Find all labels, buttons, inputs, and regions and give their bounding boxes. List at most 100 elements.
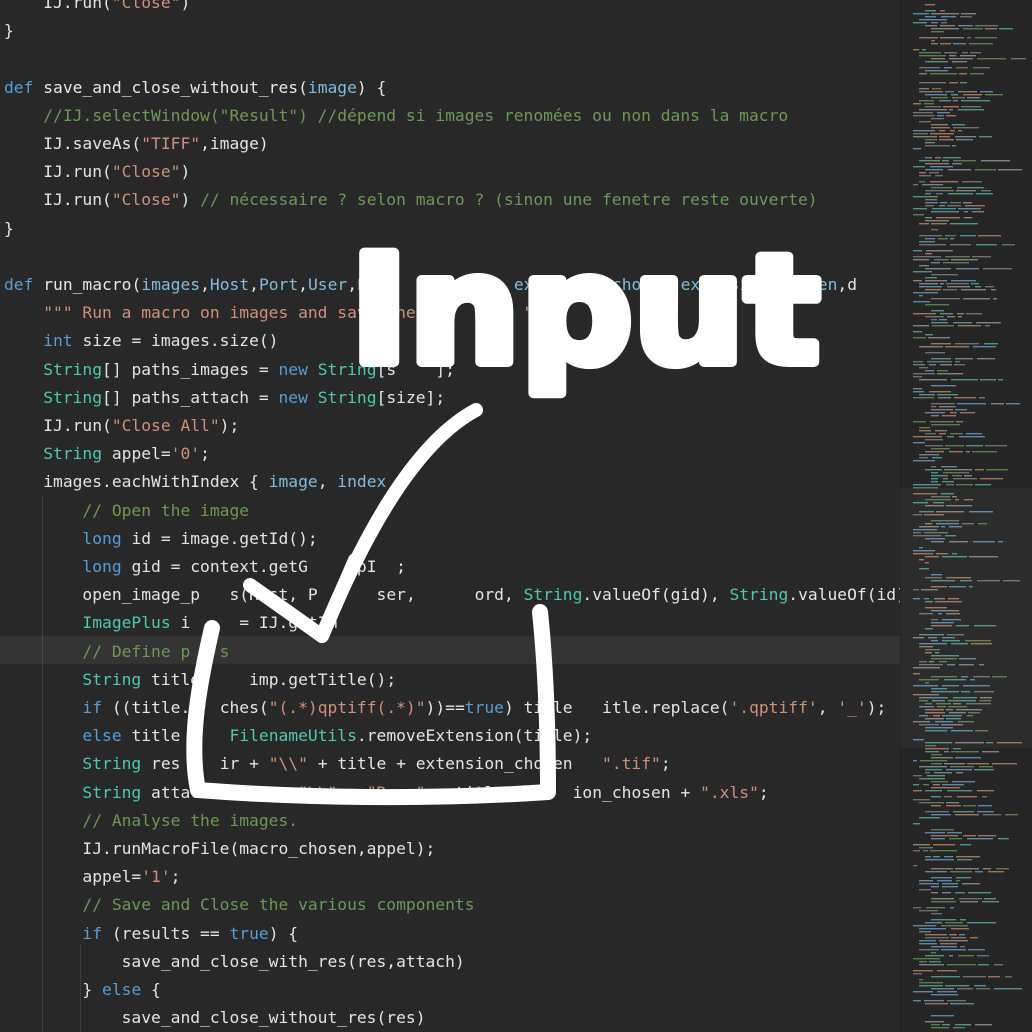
minimap-line [930, 181, 958, 183]
minimap-line [953, 127, 979, 129]
code-line[interactable]: // Save and Close the various components [4, 891, 474, 919]
code-line[interactable]: else title FilenameUtils.removeExtension… [4, 722, 592, 750]
code-line[interactable]: // Open the image [4, 497, 249, 525]
minimap-line [913, 103, 921, 105]
code-line[interactable]: long gid = context.getG pI ; [4, 553, 406, 581]
code-token: ); [219, 416, 240, 435]
minimap-line [929, 391, 951, 393]
minimap-line [927, 361, 952, 363]
minimap-line [931, 1024, 940, 1026]
minimap-line [946, 805, 961, 807]
code-line[interactable]: String appel='0'; [4, 440, 210, 468]
code-token: .valueOf(gid), [582, 585, 730, 605]
code-line[interactable]: IJ.run("Close") [4, 0, 190, 17]
code-line[interactable]: IJ.runMacroFile(macro_chosen,appel); [4, 835, 435, 863]
minimap-line [931, 892, 938, 894]
minimap-line [913, 970, 933, 972]
minimap-line [931, 796, 941, 798]
minimap-line [966, 445, 983, 447]
code-line[interactable]: IJ.run("Close All"); [4, 412, 239, 440]
code-token: , [298, 275, 308, 294]
minimap-line [931, 319, 937, 321]
code-line[interactable]: String attach ir + "\\" + "Res_" + title… [4, 779, 768, 807]
code-line[interactable]: ImagePlus i = IJ.getIm [4, 609, 337, 637]
minimap-line [947, 964, 976, 966]
minimap-line [931, 40, 935, 42]
minimap-scroll-slider[interactable] [900, 488, 1032, 748]
code-line[interactable]: long id = image.getId(); [4, 525, 317, 553]
code-line[interactable]: //IJ.selectWindow("Result") //dépend si … [4, 102, 788, 130]
minimap-line [950, 907, 954, 909]
minimap-line [919, 235, 942, 237]
code-line[interactable]: def run_macro(images,Host,Port,User,Pas … [4, 271, 900, 299]
minimap-line [983, 868, 991, 870]
code-line[interactable]: String[] paths_images = new String[s ]; [4, 356, 455, 384]
code-line[interactable]: IJ.run("Close") // nécessaire ? selon ma… [4, 186, 817, 214]
code-token: String [43, 359, 103, 379]
minimap-line [947, 436, 954, 438]
code-line[interactable]: String res ir + "\\" + title + extension… [4, 750, 670, 778]
code-token: Port [258, 275, 299, 294]
minimap-line [942, 784, 964, 786]
code-token: , [200, 275, 210, 294]
code-line[interactable]: images.eachWithIndex { image, index - [4, 468, 406, 496]
code-line[interactable]: save_and_close_without_res(res) [4, 1004, 426, 1032]
code-line[interactable]: // Define p s [4, 638, 229, 666]
minimap-line [913, 958, 940, 960]
minimap-line [936, 217, 960, 219]
code-line[interactable]: IJ.run("Close") [4, 158, 190, 186]
minimap-line [950, 223, 978, 225]
code-line[interactable]: } [4, 215, 14, 243]
code-line[interactable]: appel='1'; [4, 863, 180, 891]
code-line[interactable]: String title imp.getTitle(); [4, 666, 396, 694]
code-token: def [4, 77, 44, 97]
code-line[interactable]: save_and_close_with_res(res,attach) [4, 948, 465, 976]
minimap-line [929, 364, 936, 366]
minimap-line [919, 265, 929, 267]
minimap-line [947, 790, 972, 792]
code-token: image [307, 77, 357, 97]
code-line[interactable]: int size = images.size() [4, 327, 278, 355]
minimap-line [955, 814, 979, 816]
minimap-line [931, 838, 945, 840]
code-line[interactable]: IJ.saveAs("TIFF",image) [4, 130, 268, 158]
code-line[interactable]: } [4, 17, 14, 45]
minimap-line [919, 940, 936, 942]
minimap-line [919, 394, 935, 396]
minimap-line [1006, 403, 1020, 405]
code-line[interactable]: open_image_p s(Host, P ser, ord, String.… [4, 581, 900, 609]
code-token: , [347, 275, 357, 294]
code-line[interactable]: def save_and_close_without_res(image) { [4, 74, 386, 102]
code-token: IJ.run( [4, 190, 112, 210]
code-line[interactable]: // Analyse the images. [4, 807, 298, 835]
minimap-line [958, 109, 984, 111]
minimap-line [972, 211, 984, 213]
minimap-line [931, 310, 944, 312]
minimap-line [966, 313, 982, 315]
code-token: ( [131, 275, 142, 294]
code-editor[interactable]: IJ.run("Close")} def save_and_close_witho… [0, 0, 900, 1032]
code-token: ma [553, 275, 573, 294]
minimap-line [961, 100, 990, 102]
minimap-line [976, 988, 990, 990]
code-line[interactable]: if (results == true) { [4, 920, 298, 948]
minimap-line [957, 403, 986, 405]
minimap-line [970, 52, 981, 54]
minimap-line [931, 187, 952, 189]
minimap-line [953, 478, 977, 480]
minimap-line [931, 211, 959, 213]
code-line[interactable]: """ Run a macro on images and save the s… [4, 299, 553, 327]
minimap-line [925, 316, 944, 318]
code-line[interactable]: } else { [4, 976, 160, 1004]
minimap-line [913, 484, 941, 486]
code-line[interactable]: String[] paths_attach = new String[size]… [4, 384, 445, 412]
minimap-line [933, 784, 940, 786]
minimap-line [913, 373, 935, 375]
code-token: } [4, 218, 14, 238]
minimap-line [925, 832, 945, 834]
minimap-line [953, 811, 974, 813]
minimap-line [919, 949, 939, 951]
code-line[interactable]: if ((title. ches("(.*)qptiff(.*)"))==tru… [4, 694, 886, 722]
